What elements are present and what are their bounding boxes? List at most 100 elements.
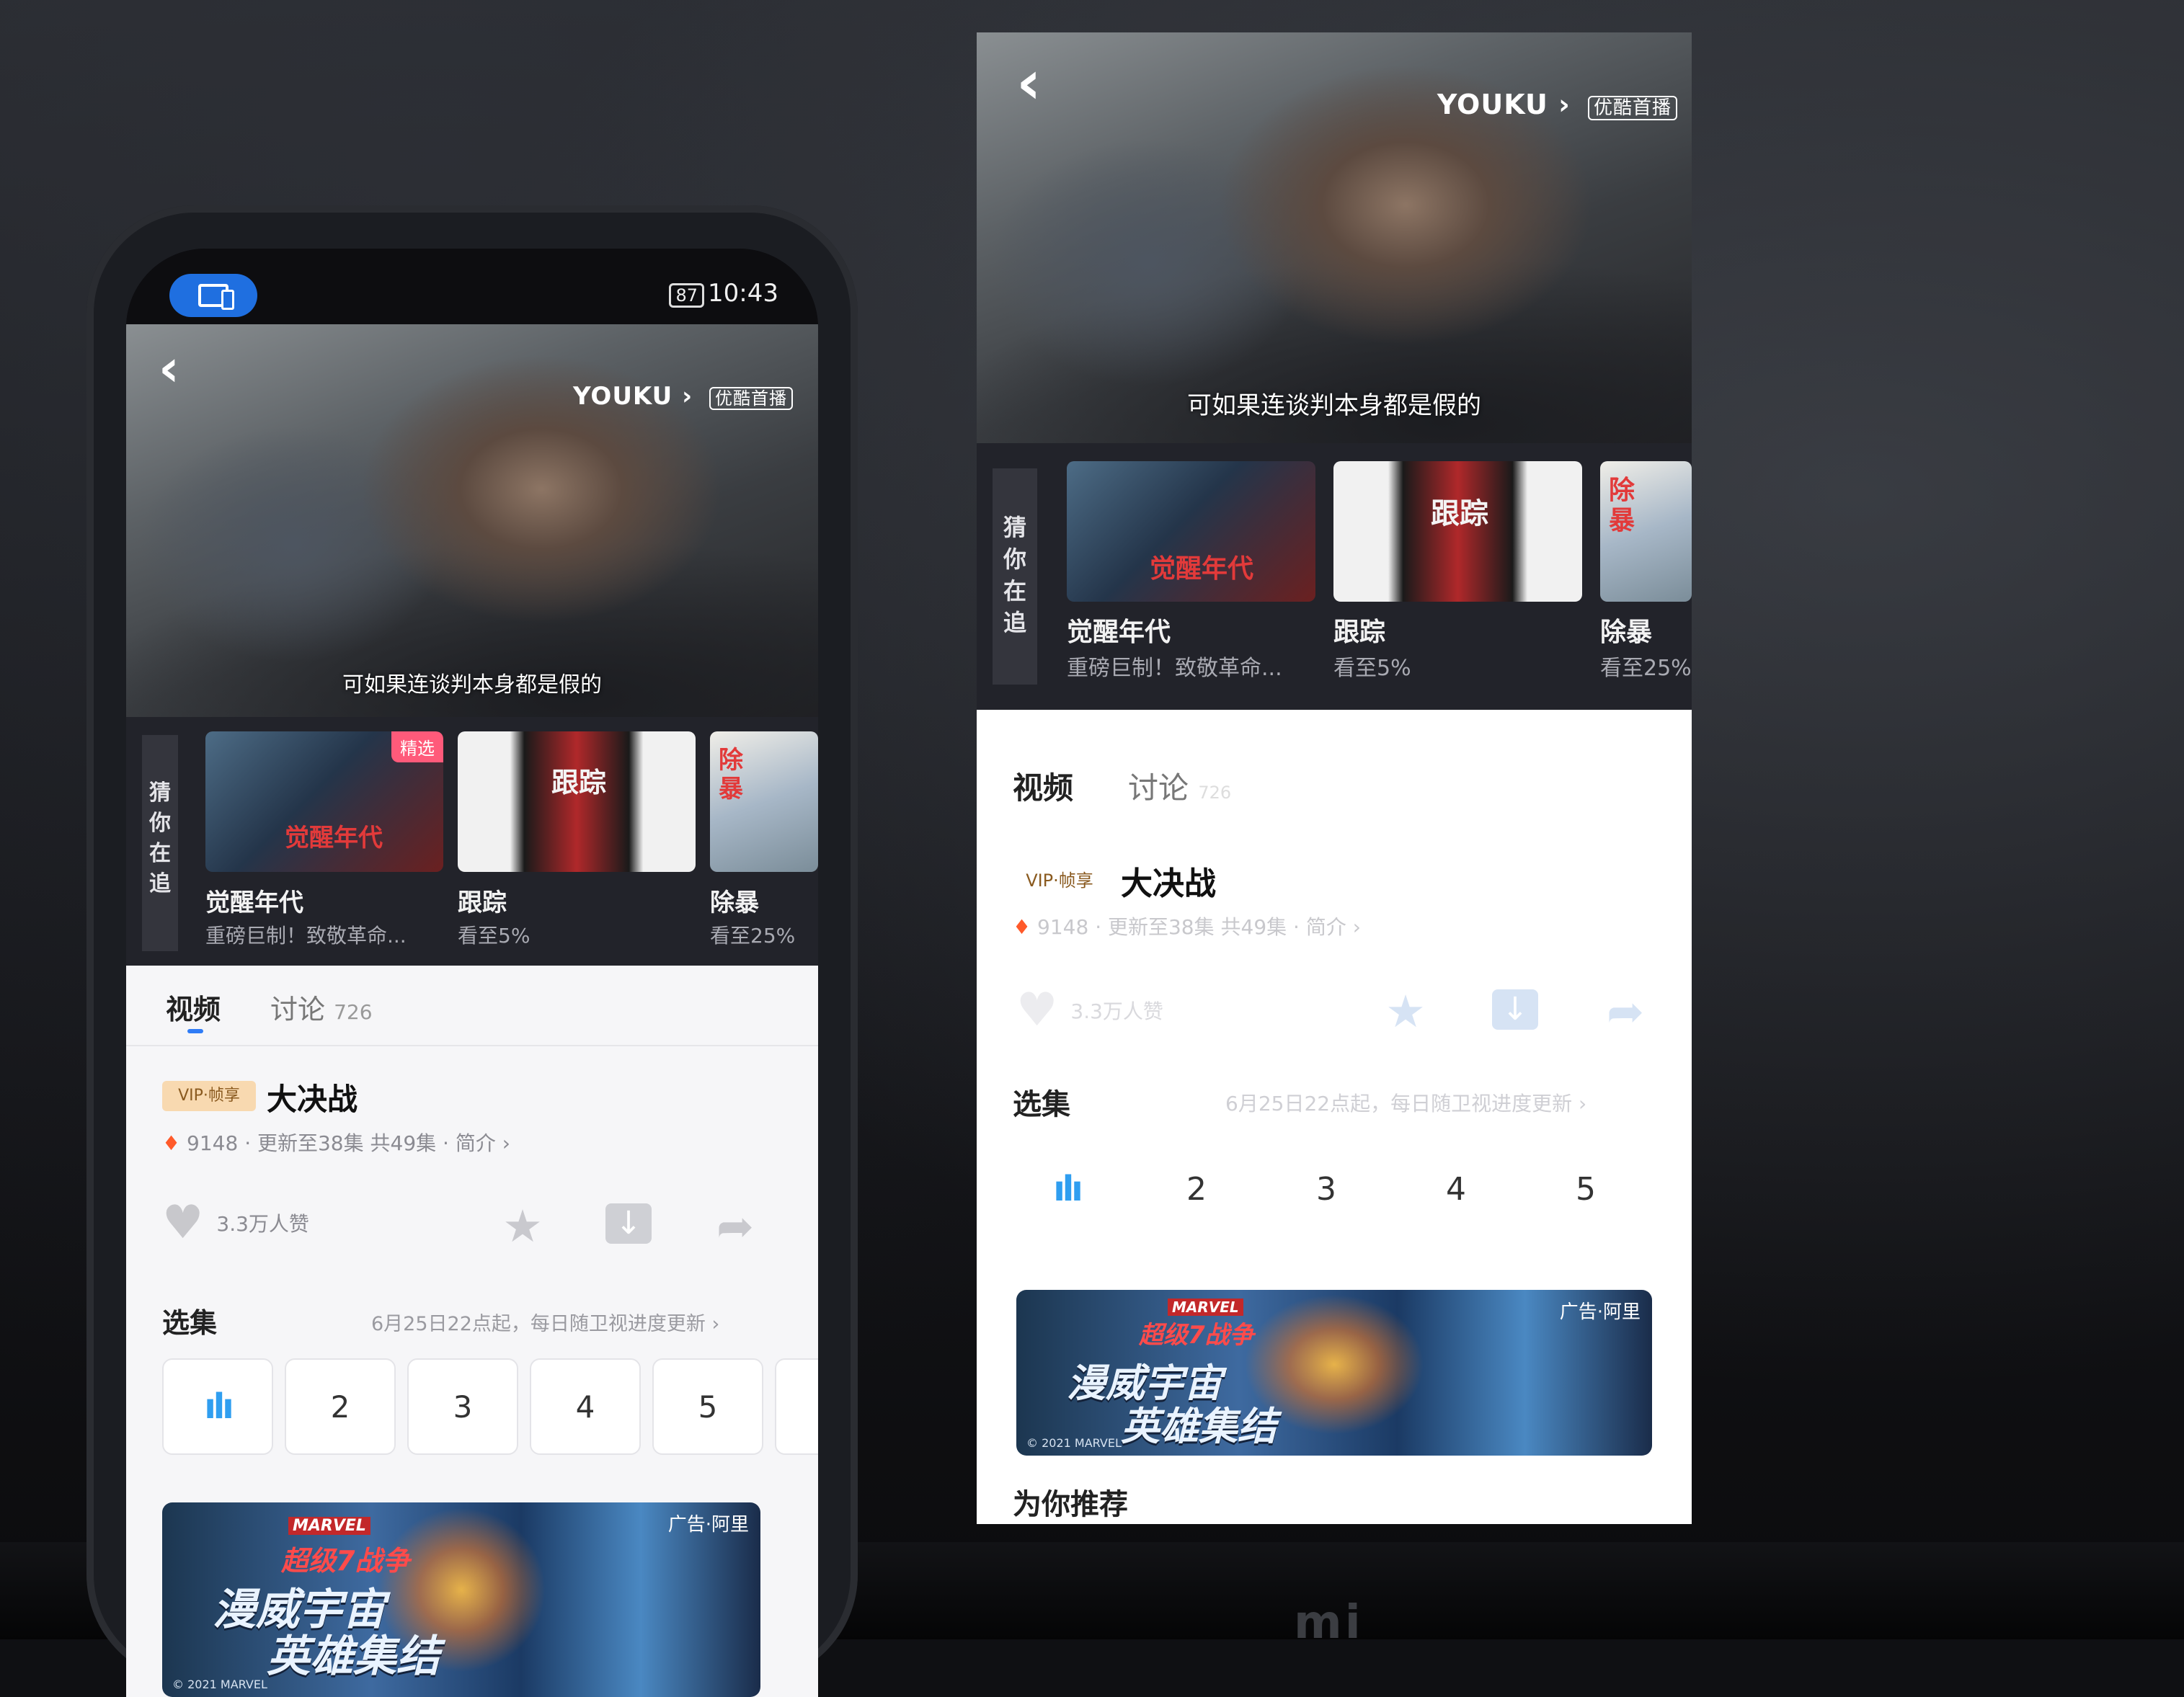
phone-screen: 87 10:43 ‹ YOUKU › 优酷首播 可如果连谈判本身都是假的 猜你在… xyxy=(126,249,818,1697)
recommend-subtitle: 重磅巨制！致敬革命... xyxy=(205,924,407,948)
ad-banner[interactable]: 广告·阿里 MARVEL 超级7战争 漫威宇宙 英雄集结 © 2021 MARV… xyxy=(1016,1290,1652,1456)
recommend-card[interactable]: 觉醒年代 觉醒年代 重磅巨制！致敬革命... xyxy=(1067,461,1315,692)
video-subtitle: 可如果连谈判本身都是假的 xyxy=(342,672,602,698)
recommend-title: 觉醒年代 xyxy=(205,888,303,917)
like-button[interactable]: ♥ 3.3万人赞 xyxy=(1016,984,1163,1037)
recommend-title: 觉醒年代 xyxy=(1067,618,1171,647)
share-icon[interactable]: ➦ xyxy=(710,1200,760,1252)
recommend-strip: 猜你在追 觉醒年代 觉醒年代 重磅巨制！致敬革命... 跟踪 跟踪 看至5% 除… xyxy=(977,443,1692,710)
recommend-card[interactable]: 跟踪 跟踪 看至5% xyxy=(458,731,696,955)
clock: 10:43 xyxy=(708,279,778,308)
thumbnail-title: 觉醒年代 xyxy=(285,824,383,852)
recommend-thumbnail: 觉醒年代 精选 xyxy=(205,731,443,872)
tab-discussion-label: 讨论 xyxy=(1128,770,1189,806)
recommend-title: 除暴 xyxy=(1600,618,1653,647)
update-info[interactable]: · 更新至38集 共49集 · 简介 › xyxy=(244,1131,510,1155)
detail-panel: 视频 讨论 726 VIP·帧享 大决战 ♦ 9148 · 更新至38集 共49… xyxy=(126,966,818,1697)
recommend-card[interactable]: 除暴 除暴 看至25% xyxy=(710,731,818,955)
tab-discussion-label: 讨论 xyxy=(270,994,326,1025)
like-count: 3.3万人赞 xyxy=(1070,999,1163,1023)
video-player[interactable]: ‹ YOUKU › 优酷首播 可如果连谈判本身都是假的 xyxy=(126,324,818,717)
discussion-count: 726 xyxy=(1198,783,1232,803)
episodes-schedule-note[interactable]: 6月25日22点起，每日随卫视进度更新 › xyxy=(1225,1088,1586,1117)
episode-button[interactable]: 4 xyxy=(530,1358,641,1455)
update-info[interactable]: · 更新至38集 共49集 · 简介 › xyxy=(1095,915,1361,939)
video-subtitle: 可如果连谈判本身都是假的 xyxy=(1187,391,1481,420)
marvel-logo: MARVEL xyxy=(288,1517,370,1535)
favorite-star-icon[interactable]: ★ xyxy=(497,1200,548,1252)
tab-discussion[interactable]: 讨论 726 xyxy=(1128,764,1231,808)
back-icon[interactable]: ‹ xyxy=(1016,47,1042,117)
recommend-title: 跟踪 xyxy=(458,888,507,917)
episode-button[interactable]: 5 xyxy=(1524,1142,1647,1236)
show-meta: ♦ 9148 · 更新至38集 共49集 · 简介 › xyxy=(162,1128,510,1157)
youku-logo-text: YOUKU xyxy=(1437,89,1548,120)
share-icon[interactable]: ➦ xyxy=(1600,985,1651,1038)
episode-button[interactable]: 3 xyxy=(407,1358,518,1455)
episode-button[interactable]: 2 xyxy=(285,1358,396,1455)
back-icon[interactable]: ‹ xyxy=(159,339,179,398)
screen-cast-icon xyxy=(198,284,234,310)
heat-value: 9148 xyxy=(187,1131,239,1155)
tv-brand-logo: mi xyxy=(1294,1596,1364,1649)
tab-video[interactable]: 视频 xyxy=(166,987,221,1027)
show-meta: ♦ 9148 · 更新至38集 共49集 · 简介 › xyxy=(1013,912,1361,940)
ad-label: 广告·阿里 xyxy=(1559,1301,1641,1323)
episode-button-partial[interactable] xyxy=(775,1358,818,1455)
recommend-section-title: 为你推荐 xyxy=(1013,1488,1128,1521)
episode-button[interactable]: 5 xyxy=(652,1358,763,1455)
show-title: 大决战 xyxy=(267,1082,358,1117)
favorite-star-icon[interactable]: ★ xyxy=(1380,985,1431,1038)
now-playing-icon: ılı xyxy=(204,1386,234,1427)
heart-icon: ♥ xyxy=(162,1196,204,1250)
episode-button[interactable]: 2 xyxy=(1135,1142,1258,1236)
download-icon[interactable]: ↓ xyxy=(1492,989,1538,1030)
episode-button[interactable]: 4 xyxy=(1395,1142,1517,1236)
thumbnail-title: 觉醒年代 xyxy=(1150,554,1254,584)
recommend-subtitle: 看至25% xyxy=(1600,656,1692,681)
recommend-card[interactable]: 跟踪 跟踪 看至5% xyxy=(1333,461,1582,692)
recommend-title: 除暴 xyxy=(710,888,759,917)
episodes-title: 选集 xyxy=(1013,1088,1070,1121)
recommend-thumbnail: 跟踪 xyxy=(458,731,696,872)
featured-badge: 精选 xyxy=(391,731,443,762)
recommend-card[interactable]: 除暴 除暴 看至25% xyxy=(1600,461,1692,692)
youku-logo-text: YOUKU xyxy=(573,382,673,411)
thumbnail-title: 跟踪 xyxy=(551,767,607,798)
youku-watermark: YOUKU › 优酷首播 xyxy=(573,382,793,411)
recommend-label: 猜你在追 xyxy=(142,735,178,951)
tab-indicator xyxy=(187,1029,203,1033)
ad-copyright: © 2021 MARVEL xyxy=(172,1678,267,1691)
tab-discussion[interactable]: 讨论 726 xyxy=(270,987,373,1027)
youku-watermark: YOUKU › 优酷首播 xyxy=(1437,89,1677,120)
youku-play-icon: › xyxy=(682,382,693,411)
ad-banner[interactable]: 广告·阿里 MARVEL 超级7战争 漫威宇宙 英雄集结 © 2021 MARV… xyxy=(162,1502,760,1697)
episode-button[interactable]: 3 xyxy=(1265,1142,1388,1236)
tab-video[interactable]: 视频 xyxy=(1013,764,1073,808)
recommend-thumbnail: 除暴 xyxy=(1600,461,1692,602)
episodes-title: 选集 xyxy=(162,1307,218,1339)
episode-1-button[interactable]: ılı xyxy=(1006,1142,1128,1236)
recommend-title: 跟踪 xyxy=(1333,618,1386,647)
recommend-thumbnail: 除暴 xyxy=(710,731,818,872)
now-playing-icon: ılı xyxy=(1053,1169,1083,1209)
download-icon[interactable]: ↓ xyxy=(605,1203,652,1244)
screen-cast-button[interactable] xyxy=(169,274,257,317)
vip-badge: VIP·帧享 xyxy=(1013,865,1106,896)
show-title: 大决战 xyxy=(1121,865,1216,902)
like-button[interactable]: ♥ 3.3万人赞 xyxy=(162,1196,309,1250)
episode-1-button[interactable]: ılı xyxy=(162,1358,273,1455)
thumbnail-title: 除暴 xyxy=(719,746,743,803)
ad-headline-line2: 英雄集结 xyxy=(1121,1404,1277,1449)
cast-video-player[interactable]: ‹ YOUKU › 优酷首播 可如果连谈判本身都是假的 xyxy=(977,32,1692,443)
youku-play-icon: › xyxy=(1558,89,1571,120)
premiere-tag: 优酷首播 xyxy=(709,387,793,410)
detail-panel: 视频 讨论 726 VIP·帧享 大决战 ♦ 9148 · 更新至38集 共49… xyxy=(977,710,1692,1524)
ad-subtitle: 超级7战争 xyxy=(281,1545,410,1577)
episodes-schedule-note[interactable]: 6月25日22点起，每日随卫视进度更新 › xyxy=(371,1308,719,1336)
discussion-count: 726 xyxy=(334,1000,373,1024)
heat-value: 9148 xyxy=(1037,915,1089,939)
thumbnail-title: 除暴 xyxy=(1609,476,1635,535)
recommend-card[interactable]: 觉醒年代 精选 觉醒年代 重磅巨制！致敬革命... xyxy=(205,731,443,955)
premiere-tag: 优酷首播 xyxy=(1587,96,1677,120)
